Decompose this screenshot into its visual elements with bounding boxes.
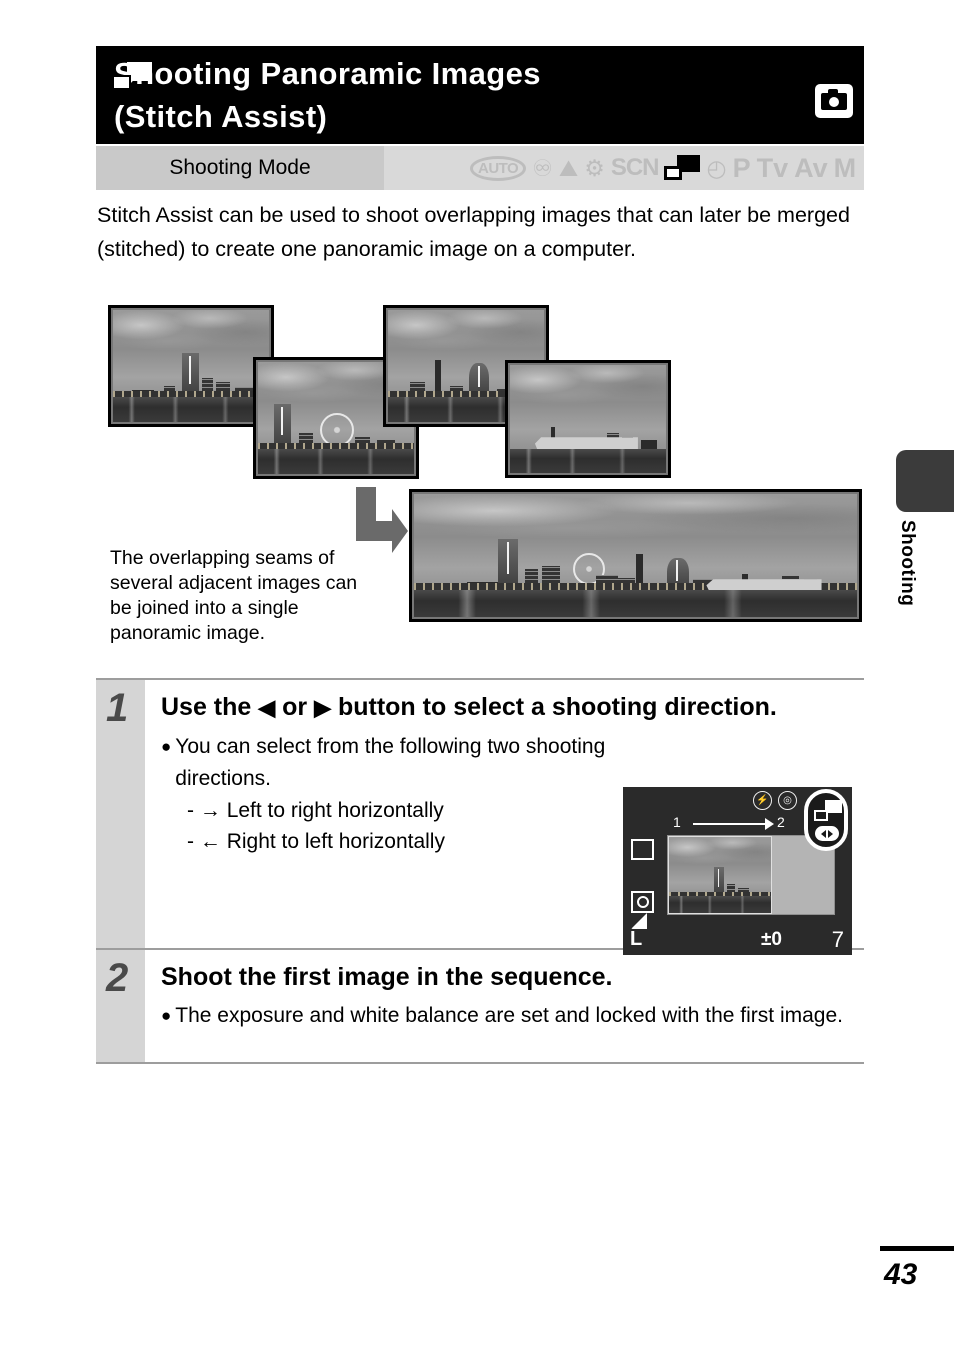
sub-dash-1: - bbox=[187, 799, 194, 822]
arrow-right-icon-1: → bbox=[199, 799, 221, 822]
mode-icon-stitch-assist bbox=[664, 155, 701, 181]
step-number-2: 2 bbox=[106, 956, 129, 1000]
lcd-preview-area bbox=[667, 835, 835, 915]
illustration-caption: The overlapping seams of several adjacen… bbox=[110, 547, 358, 644]
step2-bullet: ● The exposure and white balance are set… bbox=[161, 1000, 881, 1032]
stitch-direction-badge bbox=[804, 789, 848, 851]
source-photo-1 bbox=[108, 305, 274, 427]
camera-lcd-mock: ⚡ ◎ 1 2 L ±0 7 bbox=[623, 787, 852, 955]
shots-remaining-value: 7 bbox=[831, 927, 844, 952]
lcd-left-icon-column: L bbox=[627, 787, 661, 955]
stitch-assist-icon bbox=[112, 62, 152, 92]
step1-title-before: Use the bbox=[161, 693, 252, 721]
step-number-column-1: 1 bbox=[96, 680, 145, 948]
right-arrow-icon: ▶ bbox=[314, 695, 332, 720]
mode-icon-manual: M bbox=[833, 152, 857, 183]
step-number-column-2: 2 bbox=[96, 950, 145, 1062]
red-eye-icon: ◎ bbox=[778, 791, 797, 810]
sub-text-2: Right to left horizontally bbox=[226, 830, 445, 853]
lcd-direction-indicator: 1 2 bbox=[665, 814, 795, 834]
sub-text-1: Left to right horizontally bbox=[226, 799, 444, 822]
shooting-mode-label: Shooting Mode bbox=[96, 146, 384, 190]
intro-paragraph: Stitch Assist can be used to shoot overl… bbox=[97, 203, 850, 261]
sub-dash-2: - bbox=[187, 830, 194, 853]
step1-title-after: button to select a shooting direction. bbox=[337, 693, 777, 721]
camera-icon bbox=[815, 84, 853, 118]
page-number: 43 bbox=[884, 1258, 918, 1291]
step1-bullet-text: You can select from the following two sh… bbox=[175, 735, 606, 790]
step1-sub-item-2: - ← Right to left horizontally bbox=[161, 826, 631, 857]
shooting-mode-bar: Shooting Mode AUTO ♾ ⛰ ⚙ SCN ◴ P Tv Av M bbox=[96, 146, 864, 190]
step-row-2: 2 Shoot the first image in the sequence.… bbox=[96, 950, 885, 1062]
mode-icon-auto: AUTO bbox=[470, 155, 527, 181]
page-header: Shooting Panoramic Images (Stitch Assist… bbox=[96, 46, 864, 144]
evaluative-metering-icon bbox=[631, 891, 654, 913]
bullet-dot-icon: ● bbox=[161, 737, 172, 756]
mode-icon-movie: ◴ bbox=[706, 154, 727, 181]
step-divider-bottom bbox=[96, 1062, 864, 1064]
mode-icon-list: AUTO ♾ ⛰ ⚙ SCN ◴ P Tv Av M bbox=[384, 146, 864, 190]
step-title-2: Shoot the first image in the sequence. bbox=[161, 963, 613, 991]
image-size-label: L bbox=[630, 928, 643, 950]
badge-stitch-assist-icon bbox=[814, 800, 842, 821]
source-photo-4 bbox=[505, 360, 671, 478]
mode-icon-portrait: ♾ bbox=[532, 154, 553, 181]
mode-icon-program: P bbox=[732, 152, 751, 183]
panorama-result-photo bbox=[409, 489, 862, 622]
step1-title-or: or bbox=[282, 693, 308, 721]
left-right-pad-icon bbox=[815, 826, 839, 841]
page-number-rule bbox=[880, 1246, 954, 1251]
step-number-1: 1 bbox=[106, 686, 129, 730]
mode-icon-shutter-priority: Tv bbox=[756, 152, 789, 183]
section-tab bbox=[896, 450, 954, 512]
lcd-frame-from: 1 bbox=[673, 814, 681, 830]
step-body-2: Shoot the first image in the sequence. ●… bbox=[145, 950, 885, 1062]
left-arrow-icon: ◀ bbox=[258, 695, 276, 720]
bullet-dot-icon-2: ● bbox=[161, 1006, 172, 1025]
lcd-frame-to: 2 bbox=[777, 814, 785, 830]
step-title-1: Use the ◀ or ▶ button to select a shooti… bbox=[161, 690, 860, 725]
flash-off-icon: ⚡ bbox=[753, 791, 772, 810]
fine-quality-icon bbox=[631, 913, 647, 929]
exposure-compensation-value: ±0 bbox=[761, 929, 782, 950]
step1-sub-item-1: - → Left to right horizontally bbox=[161, 795, 631, 826]
mode-icon-night-snapshot: ⚙ bbox=[584, 154, 605, 181]
mode-icon-aperture-priority: Av bbox=[794, 152, 828, 183]
lcd-captured-thumbnail bbox=[668, 836, 772, 914]
mode-icon-scene: SCN bbox=[610, 154, 660, 181]
af-frame-icon bbox=[631, 839, 654, 860]
page-title: Shooting Panoramic Images (Stitch Assist… bbox=[114, 56, 541, 134]
step1-bullet: ● You can select from the following two … bbox=[161, 731, 631, 795]
section-tab-label: Shooting bbox=[897, 520, 918, 607]
lcd-top-icons: ⚡ ◎ bbox=[753, 791, 797, 810]
mode-icon-landscape: ⛰ bbox=[558, 154, 579, 181]
step2-bullet-text: The exposure and white balance are set a… bbox=[175, 1004, 843, 1027]
arrow-left-icon-2: ← bbox=[199, 830, 221, 853]
